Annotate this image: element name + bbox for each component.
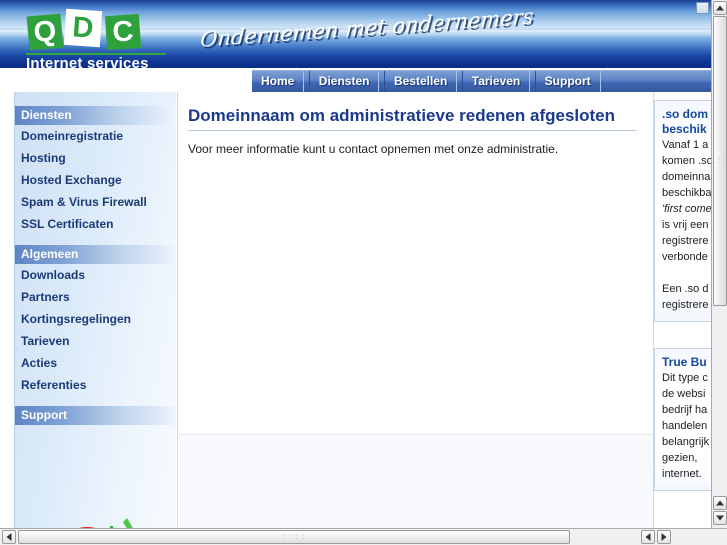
sidebar-item-ssl-certificaten[interactable]: SSL Certificaten: [15, 213, 176, 235]
panel-text-line: domeinna: [662, 171, 711, 183]
page-corner-icon: [696, 2, 709, 14]
nav-item-diensten[interactable]: Diensten: [308, 71, 380, 92]
news-panel-true-business[interactable]: True Bu Dit type c de websi bedrijf ha h…: [654, 348, 711, 491]
page-title: Domeinnaam om administratieve redenen af…: [188, 106, 637, 131]
scroll-grip-icon: : : : :: [282, 532, 306, 541]
panel-title-line-1: .so dom: [662, 107, 709, 121]
panel-text-line: registrere: [662, 299, 709, 311]
panel-text-line: handelen: [662, 420, 708, 432]
news-panel-so-domeinnamen[interactable]: .so dom beschik Vanaf 1 a komen .so dome…: [654, 100, 711, 322]
panel-text-line: 'first come: [662, 203, 711, 215]
scroll-left-button[interactable]: [2, 530, 16, 544]
scroll-up-button-secondary[interactable]: [713, 496, 727, 510]
sidebar-item-kortingsregelingen[interactable]: Kortingsregelingen: [15, 308, 176, 330]
panel-text-line: beschikba: [662, 187, 711, 199]
panel-title-line-2: beschik: [662, 122, 707, 136]
panel-text-line: Een .so d: [662, 283, 709, 295]
chevron-left-icon: [645, 533, 651, 541]
nav-item-support[interactable]: Support: [534, 71, 601, 92]
horizontal-scrollbar[interactable]: : : : :: [0, 528, 727, 545]
site-logo[interactable]: Q D C Internet services: [22, 6, 182, 68]
sidebar-item-domeinregistratie[interactable]: Domeinregistratie: [15, 125, 176, 147]
logo-subtitle: Internet services: [26, 55, 149, 68]
scroll-grip-icon: : : :: [711, 156, 727, 165]
sidebar-item-spam-virus-firewall[interactable]: Spam & Virus Firewall: [15, 191, 176, 213]
panel-text-line: registrere: [662, 235, 709, 247]
sidebar-heading-diensten: Diensten: [15, 106, 176, 125]
logo-tile-d: D: [63, 8, 103, 48]
chevron-left-icon: [6, 533, 12, 541]
horizontal-scroll-thumb[interactable]: : : : :: [18, 530, 570, 544]
panel-text-line: gezien,: [662, 452, 698, 464]
logo-tile-q: Q: [26, 13, 64, 51]
panel-text-line: Dit type c: [662, 372, 708, 384]
chevron-down-icon: [716, 515, 724, 521]
panel-text-line: is vrij een: [662, 219, 709, 231]
scroll-down-button[interactable]: [713, 511, 727, 525]
scroll-left-button-secondary[interactable]: [641, 530, 655, 544]
content-filler: [179, 434, 653, 528]
panel-text-line: de websi: [662, 388, 706, 400]
panel-text-line: komen .so: [662, 155, 711, 167]
browser-viewport: Q D C Internet services Ondernemen met o…: [0, 0, 727, 545]
nav-item-tarieven[interactable]: Tarieven: [461, 71, 531, 92]
sidebar-decorative-graphic: [78, 518, 133, 528]
nav-item-home[interactable]: Home: [252, 71, 305, 92]
panel-text-line: verbonde: [662, 251, 708, 263]
panel-text-line: Vanaf 1 a: [662, 139, 709, 151]
sidebar-item-hosted-exchange[interactable]: Hosted Exchange: [15, 169, 176, 191]
panel-text-line: internet.: [662, 468, 702, 480]
vertical-scrollbar[interactable]: : : :: [711, 0, 727, 528]
left-sidebar: Diensten Domeinregistratie Hosting Hoste…: [14, 92, 176, 528]
main-content: Domeinnaam om administratieve redenen af…: [177, 92, 653, 528]
chevron-up-icon: [716, 500, 724, 506]
scroll-up-button[interactable]: [713, 1, 727, 15]
sidebar-item-partners[interactable]: Partners: [15, 286, 176, 308]
sidebar-item-acties[interactable]: Acties: [15, 352, 176, 374]
sidebar-heading-support: Support: [15, 406, 176, 425]
site-tagline: Ondernemen met ondernemers: [199, 4, 535, 52]
panel-text-line: belangrijk: [662, 436, 710, 448]
page-body-text: Voor meer informatie kunt u contact opne…: [188, 142, 559, 156]
site-header-banner: Q D C Internet services Ondernemen met o…: [0, 0, 711, 68]
sidebar-heading-algemeen: Algemeen: [15, 245, 176, 264]
panel-title-line-1: True Bu: [662, 355, 707, 369]
right-sidebar: .so dom beschik Vanaf 1 a komen .so dome…: [653, 92, 711, 528]
sidebar-item-hosting[interactable]: Hosting: [15, 147, 176, 169]
nav-item-bestellen[interactable]: Bestellen: [383, 71, 458, 92]
logo-tile-c: C: [104, 13, 142, 51]
chevron-up-icon: [716, 5, 724, 11]
web-page: Q D C Internet services Ondernemen met o…: [0, 0, 711, 528]
sidebar-item-tarieven[interactable]: Tarieven: [15, 330, 176, 352]
main-navigation: Home Diensten Bestellen Tarieven Support…: [252, 70, 711, 92]
panel-text-line: bedrijf ha: [662, 404, 708, 416]
sidebar-item-downloads[interactable]: Downloads: [15, 264, 176, 286]
vertical-scroll-thumb[interactable]: : : :: [711, 16, 727, 306]
sidebar-item-referenties[interactable]: Referenties: [15, 374, 176, 396]
chevron-right-icon: [661, 533, 667, 541]
scroll-right-button[interactable]: [657, 530, 671, 544]
